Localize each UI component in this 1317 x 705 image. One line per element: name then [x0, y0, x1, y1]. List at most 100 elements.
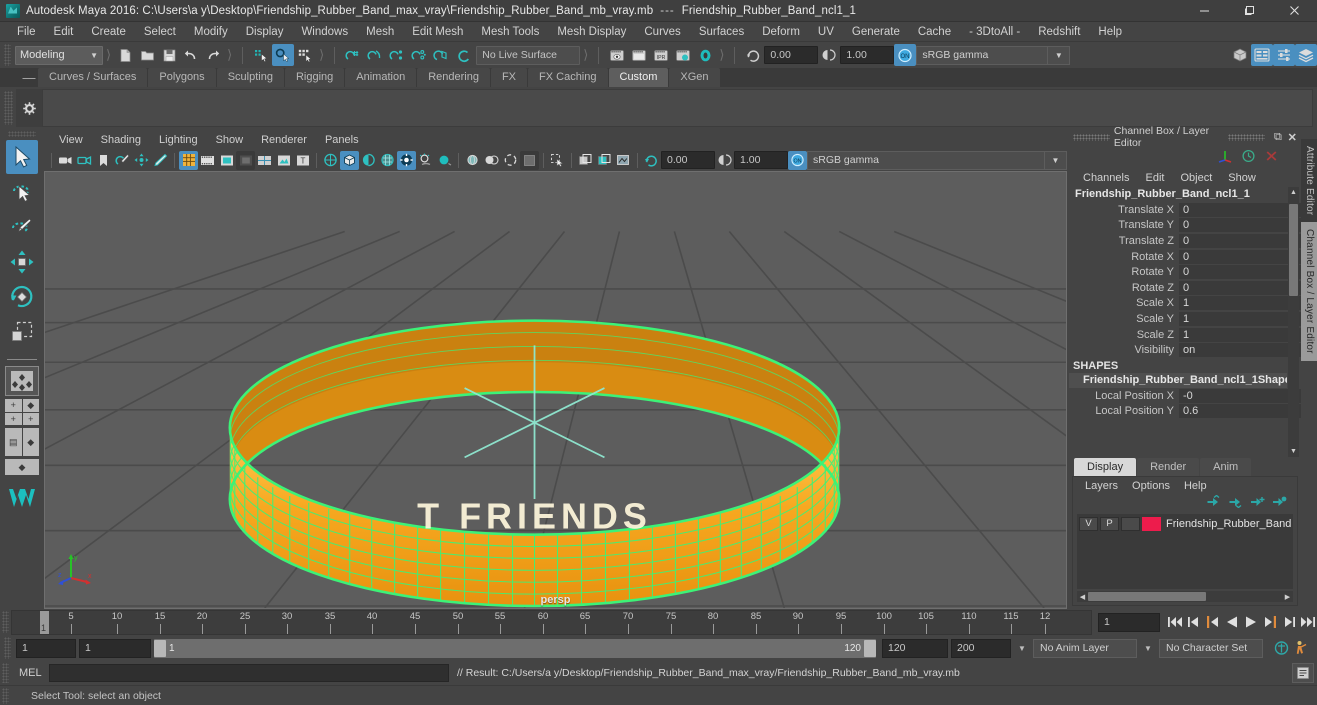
- gamma-field[interactable]: 1.00: [840, 46, 895, 64]
- channel-row-scale-x[interactable]: Scale X 1: [1069, 296, 1301, 312]
- wireframe-shading-icon[interactable]: [321, 151, 340, 170]
- snap-to-grids-button[interactable]: [342, 44, 364, 66]
- channel-box-attribute-list[interactable]: Friendship_Rubber_Band_ncl1_1 Translate …: [1069, 187, 1301, 457]
- new-layer-icon[interactable]: [1250, 495, 1265, 511]
- range-slider-grip[interactable]: [4, 637, 11, 659]
- show-hide-channel-box-button[interactable]: [1295, 44, 1317, 66]
- motion-blur-icon[interactable]: [463, 151, 482, 170]
- tab-display-layers[interactable]: Display: [1074, 458, 1137, 476]
- channel-row-scale-z[interactable]: Scale Z 1: [1069, 327, 1301, 343]
- attribute-value[interactable]: 0: [1179, 265, 1301, 280]
- character-set-selector[interactable]: No Character Set: [1159, 638, 1263, 658]
- mel-command-input[interactable]: [49, 664, 449, 682]
- viewport-menu-lighting[interactable]: Lighting: [150, 131, 207, 149]
- attribute-value[interactable]: 0: [1179, 202, 1301, 217]
- go-to-start-button[interactable]: [1165, 612, 1184, 632]
- rotate-tool-button[interactable]: [6, 280, 38, 314]
- viewport-menu-shading[interactable]: Shading: [92, 131, 150, 149]
- range-end-time-field[interactable]: 120: [882, 638, 948, 658]
- undo-button[interactable]: [180, 44, 202, 66]
- go-to-end-button[interactable]: [1298, 612, 1317, 632]
- channel-row-local-position-x[interactable]: Local Position X -0: [1069, 388, 1301, 404]
- open-scene-button[interactable]: [136, 44, 158, 66]
- attribute-value[interactable]: -0: [1179, 388, 1301, 403]
- menu-help[interactable]: Help: [1089, 22, 1131, 42]
- channel-box-shape-name[interactable]: Friendship_Rubber_Band_ncl1_1Shape: [1069, 372, 1287, 388]
- isolate-select-icon[interactable]: [548, 151, 567, 170]
- layer-menu-layers[interactable]: Layers: [1078, 480, 1125, 492]
- channel-box-menu-channels[interactable]: Channels: [1075, 172, 1137, 184]
- viewport-menu-renderer[interactable]: Renderer: [252, 131, 316, 149]
- make-live-button[interactable]: [452, 44, 474, 66]
- paint-select-tool-button[interactable]: [6, 210, 38, 244]
- shelf-tab-xgen[interactable]: XGen: [669, 68, 720, 87]
- depth-of-field-icon[interactable]: [501, 151, 520, 170]
- statusline-collapse-2[interactable]: ⟩: [224, 47, 235, 63]
- shelf-tab-rendering[interactable]: Rendering: [417, 68, 490, 87]
- color-space-field[interactable]: sRGB gamma: [916, 45, 1049, 65]
- channel-row-scale-y[interactable]: Scale Y 1: [1069, 311, 1301, 327]
- camera-attributes-icon[interactable]: [75, 151, 94, 170]
- close-icon[interactable]: ✕: [1287, 131, 1298, 144]
- two-d-pan-zoom-icon[interactable]: [132, 151, 151, 170]
- layer-menu-options[interactable]: Options: [1125, 480, 1177, 492]
- screen-space-ao-icon[interactable]: [435, 151, 454, 170]
- snap-to-view-planes-button[interactable]: [430, 44, 452, 66]
- channel-row-visibility[interactable]: Visibility on: [1069, 342, 1301, 358]
- smooth-shade-all-icon[interactable]: [340, 150, 359, 170]
- menu-uv[interactable]: UV: [809, 22, 843, 42]
- step-forward-key-button[interactable]: [1279, 612, 1298, 632]
- scroll-down-arrow-icon[interactable]: ▼: [1288, 446, 1299, 457]
- hscrollbar-thumb[interactable]: [1088, 592, 1206, 601]
- multisample-aa-icon[interactable]: [482, 151, 501, 170]
- layer-name-label[interactable]: Friendship_Rubber_Band: [1163, 518, 1291, 530]
- select-tool-button[interactable]: [6, 140, 38, 174]
- menu-3dtoall[interactable]: - 3DtoAll -: [960, 22, 1029, 42]
- new-scene-button[interactable]: [114, 44, 136, 66]
- select-by-object-type-button[interactable]: [272, 44, 295, 66]
- viewport-color-management-toggle[interactable]: ON: [788, 150, 807, 170]
- animation-start-time-field[interactable]: 1: [16, 638, 76, 658]
- channel-row-local-position-y[interactable]: Local Position Y 0.6: [1069, 404, 1301, 420]
- statusline-collapse-5[interactable]: ⟩: [716, 47, 727, 63]
- tab-render-layers[interactable]: Render: [1137, 458, 1200, 476]
- viewport-exposure-field[interactable]: 0.00: [661, 151, 715, 169]
- menu-cache[interactable]: Cache: [909, 22, 960, 42]
- shelf-menu-icon[interactable]: —: [20, 68, 38, 87]
- ipr-render-button[interactable]: IPR: [650, 44, 672, 66]
- resolution-gate-icon[interactable]: [217, 151, 236, 170]
- menu-select[interactable]: Select: [135, 22, 185, 42]
- redo-button[interactable]: [202, 44, 224, 66]
- channel-box-menu-show[interactable]: Show: [1220, 172, 1264, 184]
- layer-visibility-toggle[interactable]: V: [1079, 516, 1098, 531]
- render-toggle-button[interactable]: [694, 44, 716, 66]
- viewport-gamma-field[interactable]: 1.00: [734, 151, 788, 169]
- lasso-select-tool-button[interactable]: [6, 175, 38, 209]
- channel-box-menu-object[interactable]: Object: [1172, 172, 1220, 184]
- animation-preferences-chevron-icon[interactable]: ▼: [1014, 639, 1030, 658]
- shadows-icon[interactable]: [416, 151, 435, 170]
- move-layer-down-icon[interactable]: [1228, 495, 1243, 511]
- toolbox-grip[interactable]: [8, 131, 36, 137]
- perspective-viewport[interactable]: T FRIENDS y x z persp: [44, 171, 1067, 609]
- shelf-items-area[interactable]: [42, 89, 1313, 127]
- shelf-tab-fx-caching[interactable]: FX Caching: [528, 68, 608, 87]
- menu-file[interactable]: File: [8, 22, 45, 42]
- menu-curves[interactable]: Curves: [635, 22, 689, 42]
- attribute-value[interactable]: 1: [1179, 311, 1301, 326]
- keyframe-clock-icon[interactable]: [1241, 149, 1256, 166]
- menu-set-selector[interactable]: Modeling ▼: [15, 45, 103, 65]
- scroll-right-arrow-icon[interactable]: ▶: [1282, 593, 1293, 601]
- menu-edit[interactable]: Edit: [45, 22, 83, 42]
- undock-icon[interactable]: ⧉: [1272, 131, 1283, 144]
- image-plane-display-icon[interactable]: [274, 151, 293, 170]
- shelf-options-gear-icon[interactable]: [16, 89, 42, 127]
- show-hide-attribute-editor-button[interactable]: [1251, 44, 1273, 66]
- shelf-tab-rigging[interactable]: Rigging: [284, 68, 345, 87]
- attribute-value[interactable]: 1: [1179, 327, 1301, 342]
- gate-mask-icon[interactable]: [236, 150, 255, 170]
- move-tool-button[interactable]: [6, 245, 38, 279]
- channel-row-translate-y[interactable]: Translate Y 0: [1069, 218, 1301, 234]
- color-space-chevron-down-icon[interactable]: ▼: [1048, 45, 1071, 65]
- layer-display-type-toggle[interactable]: [1121, 516, 1140, 531]
